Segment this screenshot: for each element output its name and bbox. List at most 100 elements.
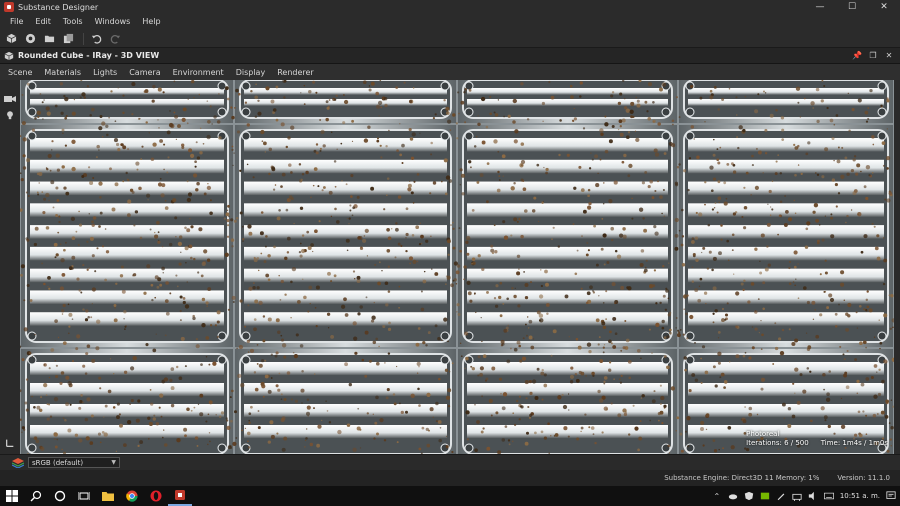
- view-menu-lights[interactable]: Lights: [87, 68, 123, 77]
- rust-speck: [53, 438, 56, 440]
- rust-speck: [118, 413, 121, 416]
- light-bulb-icon[interactable]: [4, 110, 16, 120]
- onedrive-icon[interactable]: [728, 491, 738, 501]
- rust-speck: [319, 149, 322, 152]
- rust-speck: [318, 220, 321, 223]
- network-icon[interactable]: [792, 491, 802, 501]
- maximize-button[interactable]: ☐: [836, 0, 868, 14]
- view-menu-display[interactable]: Display: [230, 68, 272, 77]
- new-substance-button[interactable]: [22, 32, 38, 46]
- rust-speck: [640, 249, 645, 253]
- menu-help[interactable]: Help: [136, 14, 166, 30]
- rust-speck: [349, 209, 352, 212]
- menu-edit[interactable]: Edit: [29, 14, 57, 30]
- rust-speck: [224, 252, 229, 257]
- rust-speck: [380, 156, 383, 159]
- rust-speck: [409, 99, 413, 104]
- rust-speck: [518, 395, 521, 398]
- rust-speck: [845, 385, 850, 390]
- rust-speck: [603, 182, 605, 184]
- rust-speck: [452, 221, 454, 224]
- vent-slat: [244, 404, 447, 418]
- chrome-button[interactable]: [120, 486, 144, 506]
- rust-speck: [635, 137, 640, 143]
- pin-icon[interactable]: 📌: [852, 50, 862, 60]
- 3d-viewport[interactable]: Photoreal Iterations: 6 / 500 Time: 1m4s…: [20, 80, 894, 454]
- rust-speck: [26, 82, 30, 86]
- rust-speck: [502, 175, 505, 177]
- rust-speck: [151, 298, 154, 302]
- task-view-button[interactable]: [72, 486, 96, 506]
- rust-speck: [480, 430, 484, 434]
- rust-speck: [667, 297, 670, 300]
- float-icon[interactable]: ❐: [868, 50, 878, 60]
- rust-speck: [448, 179, 453, 183]
- new-package-button[interactable]: [3, 32, 19, 46]
- rust-speck: [135, 418, 140, 423]
- axis-gizmo-icon[interactable]: [4, 438, 16, 448]
- rust-speck: [638, 207, 644, 212]
- open-button[interactable]: [41, 32, 57, 46]
- rust-speck: [767, 263, 771, 267]
- rust-speck: [326, 106, 330, 110]
- rust-speck: [62, 341, 67, 345]
- rust-speck: [455, 283, 458, 285]
- start-button[interactable]: [0, 486, 24, 506]
- rust-speck: [260, 129, 265, 135]
- rust-speck: [762, 307, 765, 311]
- rust-speck: [679, 328, 682, 331]
- rust-speck: [647, 185, 651, 189]
- view-menu-scene[interactable]: Scene: [2, 68, 38, 77]
- close-view-icon[interactable]: ✕: [884, 50, 894, 60]
- minimize-button[interactable]: —: [804, 0, 836, 14]
- pen-icon[interactable]: [776, 491, 786, 501]
- rust-speck: [592, 290, 594, 292]
- security-icon[interactable]: [744, 491, 754, 501]
- view-menu-camera[interactable]: Camera: [123, 68, 166, 77]
- volume-icon[interactable]: [808, 491, 818, 501]
- view-menu-materials[interactable]: Materials: [38, 68, 87, 77]
- rust-speck: [569, 84, 573, 88]
- rust-speck: [384, 281, 389, 286]
- redo-button[interactable]: [107, 32, 123, 46]
- view-menu-environment[interactable]: Environment: [167, 68, 230, 77]
- rust-speck: [527, 405, 530, 409]
- rust-speck: [22, 137, 27, 142]
- substance-designer-taskbar-button[interactable]: [168, 486, 192, 506]
- menu-tools[interactable]: Tools: [57, 14, 89, 30]
- vent-slat: [30, 225, 224, 239]
- bolt: [241, 131, 251, 141]
- rust-speck: [164, 334, 167, 337]
- rust-speck: [664, 308, 668, 312]
- vent-slat: [467, 159, 668, 174]
- undo-button[interactable]: [88, 32, 104, 46]
- close-button[interactable]: ✕: [868, 0, 900, 14]
- menu-windows[interactable]: Windows: [89, 14, 137, 30]
- chevron-up-icon[interactable]: ⌃: [712, 491, 722, 501]
- rust-speck: [455, 122, 458, 125]
- rust-speck: [420, 242, 423, 245]
- file-explorer-button[interactable]: [96, 486, 120, 506]
- search-button[interactable]: [24, 486, 48, 506]
- camera-icon[interactable]: [4, 94, 16, 104]
- rust-speck: [873, 394, 878, 399]
- nvidia-icon[interactable]: [760, 491, 770, 501]
- cortana-button[interactable]: [48, 486, 72, 506]
- rust-speck: [400, 244, 403, 247]
- rust-speck: [502, 302, 505, 305]
- view-menu-renderer[interactable]: Renderer: [271, 68, 320, 77]
- rust-speck: [536, 367, 540, 371]
- rust-speck: [868, 308, 873, 313]
- keyboard-icon[interactable]: [823, 491, 834, 501]
- rust-speck: [348, 222, 350, 225]
- rust-speck: [499, 281, 503, 285]
- save-all-button[interactable]: [60, 32, 76, 46]
- notifications-icon[interactable]: [886, 491, 896, 501]
- rust-speck: [216, 320, 220, 324]
- color-space-dropdown[interactable]: sRGB (default) ▼: [28, 457, 120, 468]
- taskbar-clock[interactable]: 10:51 a. m.: [840, 492, 880, 500]
- menu-file[interactable]: File: [4, 14, 29, 30]
- rust-speck: [865, 196, 869, 201]
- rust-speck: [101, 136, 104, 138]
- opera-button[interactable]: [144, 486, 168, 506]
